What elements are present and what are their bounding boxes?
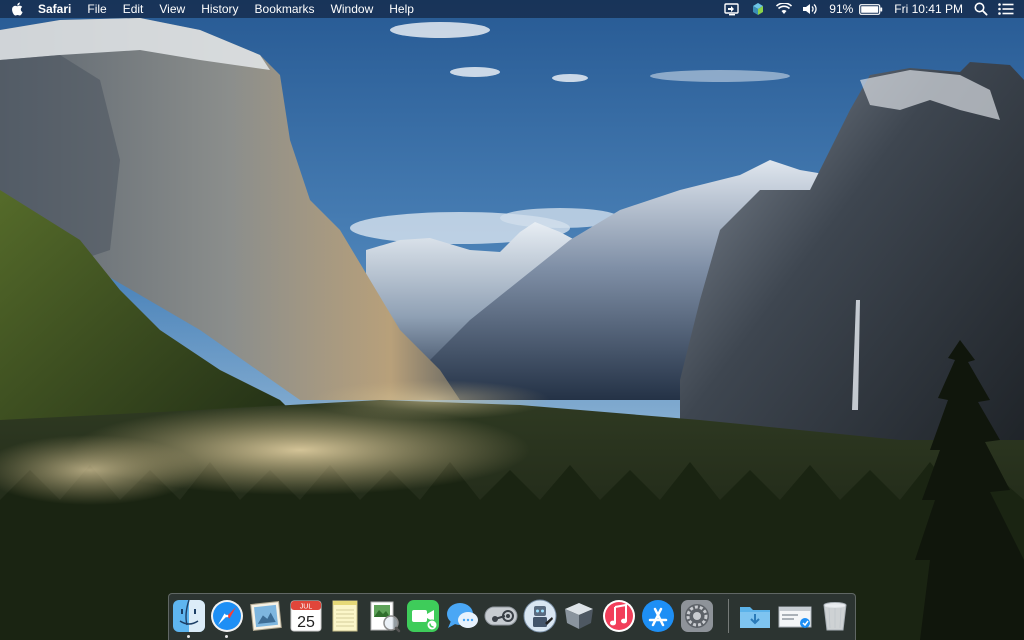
app-menu[interactable]: Safari (34, 0, 79, 18)
steam-icon[interactable] (483, 598, 519, 634)
messages-icon[interactable] (444, 598, 480, 634)
menu-bar: Safari File Edit View History Bookmarks … (0, 0, 1024, 18)
battery-icon[interactable] (859, 0, 888, 18)
calendar-icon[interactable]: JUL 25 (288, 598, 324, 634)
preview-stack-icon[interactable] (777, 598, 813, 634)
menu-history[interactable]: History (193, 0, 246, 18)
finder-icon[interactable] (171, 598, 207, 634)
mail-icon[interactable] (248, 598, 284, 634)
menu-window[interactable]: Window (323, 0, 382, 18)
spotlight-icon[interactable] (969, 0, 993, 18)
finder-running-indicator (187, 635, 190, 638)
clock[interactable]: Fri 10:41 PM (888, 0, 969, 18)
safari-icon[interactable] (209, 598, 245, 634)
desktop-wallpaper (0, 0, 1024, 640)
menu-edit[interactable]: Edit (115, 0, 152, 18)
calendar-month: JUL (300, 604, 313, 611)
facetime-icon[interactable] (405, 598, 441, 634)
safari-running-indicator (225, 635, 228, 638)
folder-icon[interactable] (737, 598, 773, 634)
battery-percentage[interactable]: 91% (823, 0, 859, 18)
calendar-day: 25 (297, 614, 315, 631)
menu-bookmarks[interactable]: Bookmarks (247, 0, 323, 18)
notes-icon[interactable] (327, 598, 363, 634)
menu-file[interactable]: File (79, 0, 114, 18)
menu-view[interactable]: View (151, 0, 193, 18)
cloud-sync-icon[interactable] (745, 0, 771, 18)
itunes-icon[interactable] (601, 598, 637, 634)
system-preferences-icon[interactable] (679, 598, 715, 634)
app-store-icon[interactable] (640, 598, 676, 634)
apple-menu-icon[interactable] (0, 0, 34, 18)
volume-icon[interactable] (797, 0, 823, 18)
screen-share-icon[interactable] (719, 0, 745, 18)
wunderbucket-icon[interactable] (561, 598, 597, 634)
menu-help[interactable]: Help (381, 0, 422, 18)
preview-icon[interactable] (366, 598, 402, 634)
dock-separator (728, 599, 729, 633)
wifi-icon[interactable] (771, 0, 797, 18)
automator-icon[interactable] (522, 598, 558, 634)
notification-center-icon[interactable] (993, 0, 1024, 18)
trash-icon[interactable] (817, 598, 853, 634)
